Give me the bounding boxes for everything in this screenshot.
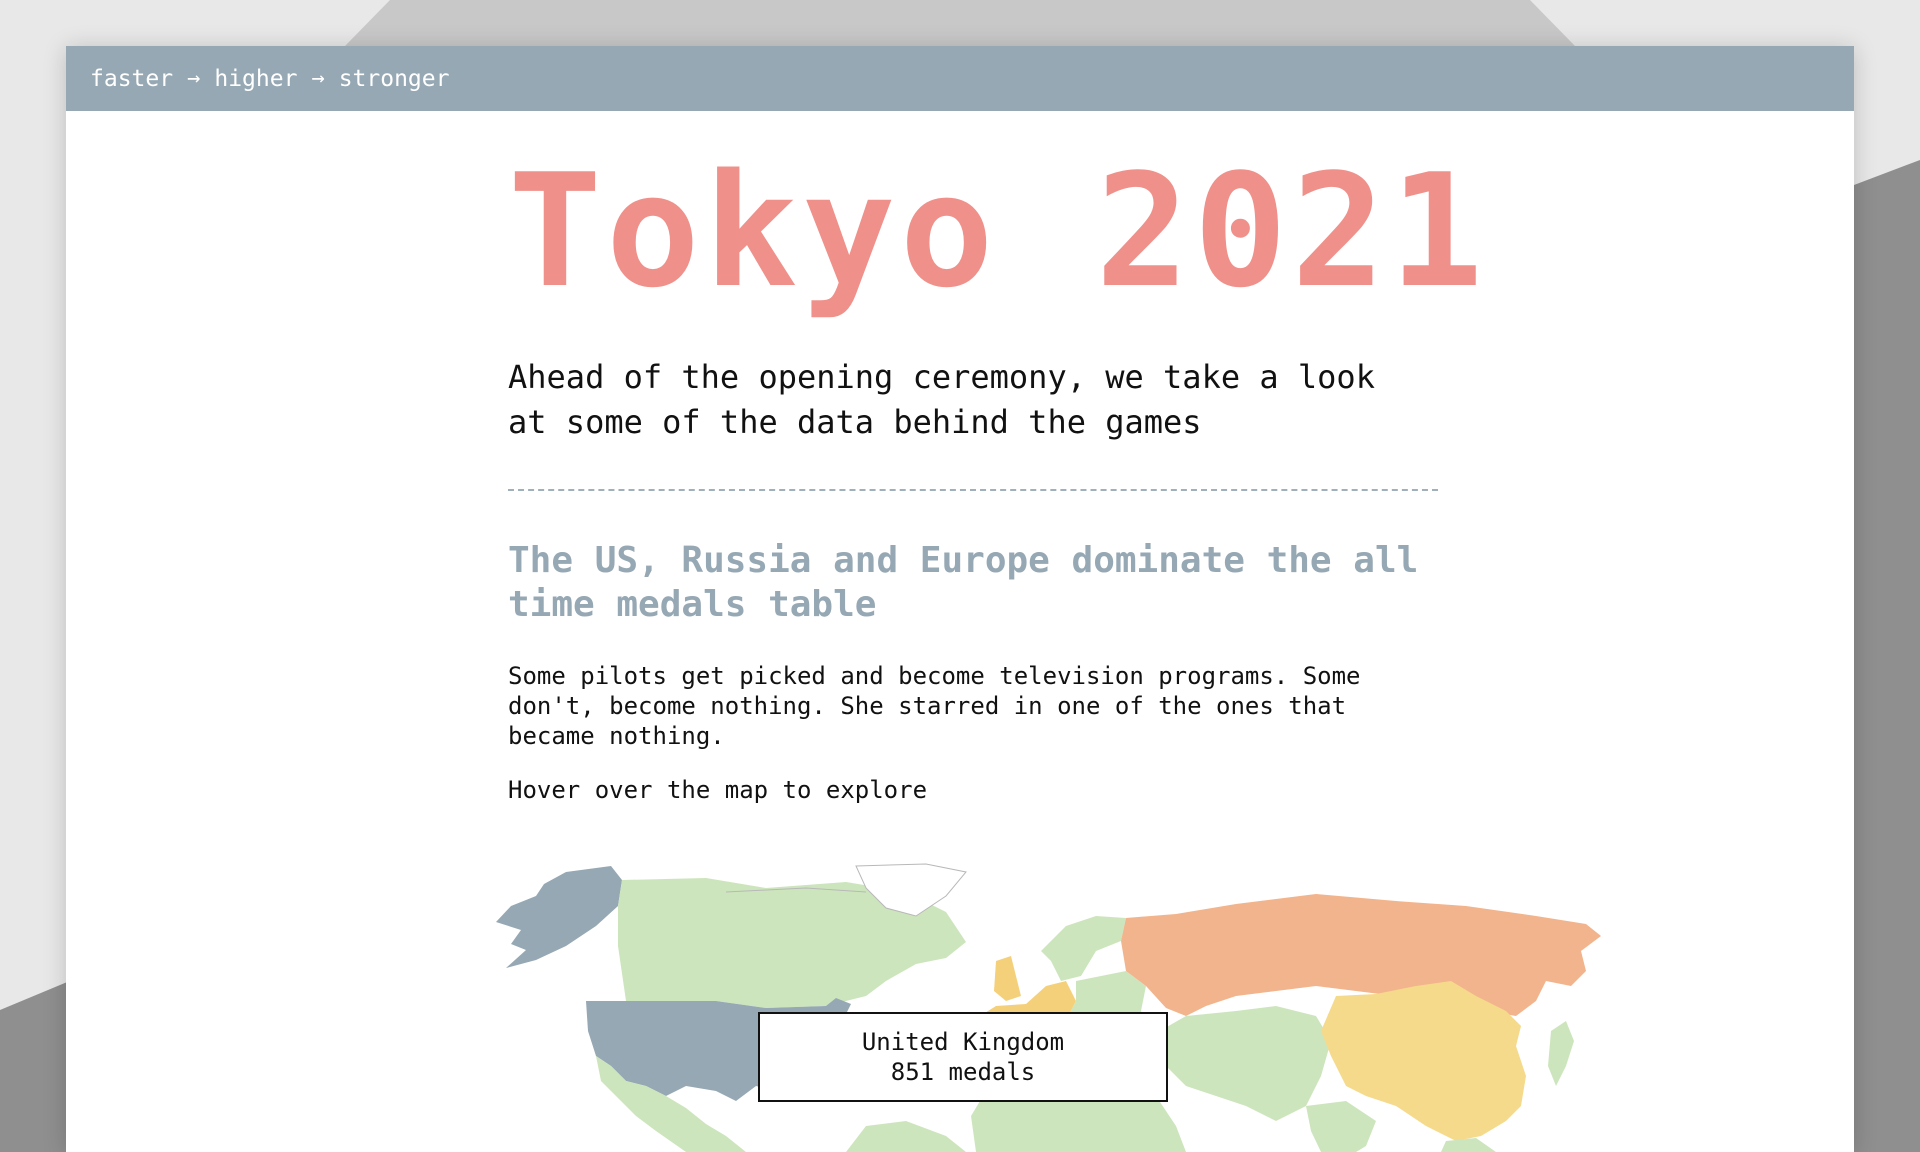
map-country-scandinavia[interactable] bbox=[1041, 916, 1126, 981]
article-page: faster → higher → stronger Tokyo 2021 Ah… bbox=[66, 46, 1854, 1152]
arrow-right-icon: → bbox=[187, 66, 201, 91]
map-country-india[interactable] bbox=[1306, 1101, 1376, 1152]
breadcrumb: faster → higher → stronger bbox=[90, 66, 449, 92]
bg-right-shape bbox=[1854, 160, 1920, 1152]
map-country-southeast-asia[interactable] bbox=[1441, 1138, 1496, 1152]
breadcrumb-item-faster[interactable]: faster bbox=[90, 66, 173, 92]
map-country-japan[interactable] bbox=[1548, 1021, 1574, 1086]
breadcrumb-item-stronger[interactable]: stronger bbox=[339, 66, 450, 92]
bg-top-shape bbox=[345, 0, 1575, 46]
map-hint: Hover over the map to explore bbox=[508, 776, 928, 804]
tooltip-country: United Kingdom bbox=[861, 1028, 1065, 1056]
page-title: Tokyo 2021 bbox=[508, 140, 1488, 322]
map-country-central-asia[interactable] bbox=[1151, 1006, 1331, 1121]
arrow-right-icon: → bbox=[311, 66, 325, 91]
section-body: Some pilots get picked and become televi… bbox=[508, 662, 1361, 750]
tooltip-medals: 851 medals bbox=[890, 1058, 1036, 1086]
map-tooltip: United Kingdom 851 medals bbox=[758, 1012, 1168, 1102]
article-content: Tokyo 2021 Ahead of the opening ceremony… bbox=[508, 111, 1488, 805]
map-country-canada[interactable] bbox=[618, 878, 966, 1008]
lead-paragraph: Ahead of the opening ceremony, we take a… bbox=[508, 355, 1438, 445]
lead-line-2: at some of the data behind the games bbox=[508, 403, 1202, 441]
breadcrumb-item-higher[interactable]: higher bbox=[214, 66, 297, 92]
map-country-south-america[interactable] bbox=[846, 1121, 966, 1152]
map-country-united-kingdom[interactable] bbox=[994, 956, 1021, 1001]
lead-line-1: Ahead of the opening ceremony, we take a… bbox=[508, 358, 1375, 396]
top-bar: faster → higher → stronger bbox=[66, 46, 1854, 111]
map-country-alaska[interactable] bbox=[496, 866, 622, 968]
section-heading: The US, Russia and Europe dominate the a… bbox=[508, 540, 1419, 625]
dashed-divider bbox=[508, 489, 1438, 491]
